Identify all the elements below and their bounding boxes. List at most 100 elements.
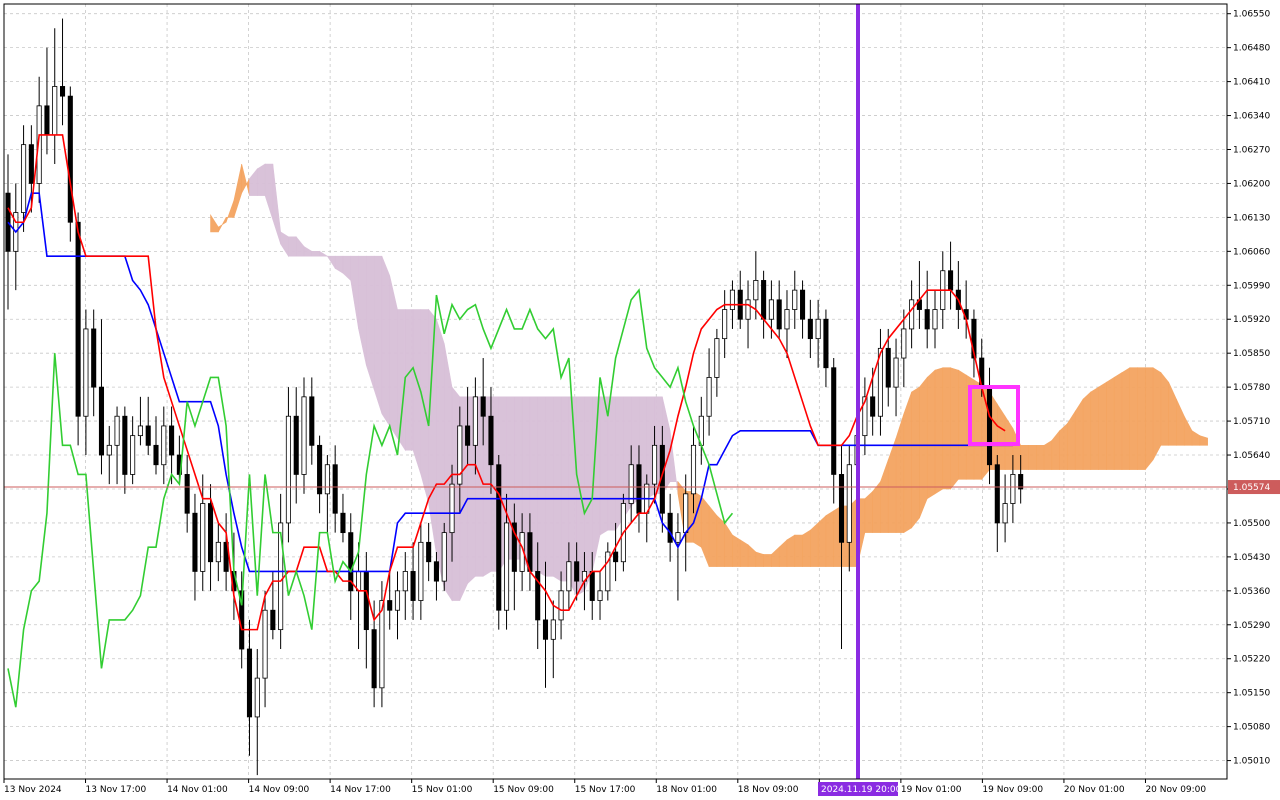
candle-body-down xyxy=(207,503,214,563)
cloud-segment xyxy=(1121,367,1131,470)
cloud-segment xyxy=(303,245,313,257)
x-tick-label: 15 Nov 09:00 xyxy=(493,785,554,795)
y-tick-label: 1.05990 xyxy=(1233,281,1270,291)
cloud-segment xyxy=(366,255,375,390)
candle-body-down xyxy=(823,318,829,369)
candle-body-down xyxy=(613,551,619,563)
candle-body-up xyxy=(301,396,307,475)
cloud-segment xyxy=(350,255,359,329)
candle-body-up xyxy=(753,280,759,301)
candle-body-up xyxy=(901,328,907,359)
cloud-segment xyxy=(778,539,788,567)
y-tick-label: 1.05710 xyxy=(1233,417,1270,427)
ichimoku-candlestick-chart: 1.06550 1.06480 1.06410 1.06340 1.06270 1.062… xyxy=(3,3,1280,796)
cloud-segment xyxy=(973,379,983,480)
cloud-segment xyxy=(249,168,258,196)
candle-body-up xyxy=(441,532,447,582)
cloud-segment xyxy=(1129,367,1138,470)
candle-body-down xyxy=(948,270,954,291)
cloud-segment xyxy=(412,309,422,475)
candle-body-down xyxy=(246,648,253,718)
cloud-segment xyxy=(428,308,437,555)
cloud-segment xyxy=(739,539,749,567)
cloud-segment xyxy=(358,255,367,366)
candle-body-up xyxy=(784,309,790,330)
y-tick-label: 1.05080 xyxy=(1233,723,1270,733)
cloud-segment xyxy=(256,163,266,196)
candle-body-down xyxy=(5,192,11,252)
x-tick-label: 13 Nov 2024 xyxy=(4,785,62,795)
candle-body-down xyxy=(885,347,891,388)
candle-body-down xyxy=(44,105,50,136)
cloud-segment xyxy=(1074,398,1084,470)
cloud-segment xyxy=(560,396,570,582)
candle-body-down xyxy=(433,561,439,582)
x-tick-label: 15 Nov 17:00 xyxy=(575,785,636,795)
cloud-segment xyxy=(794,534,803,567)
cloud-segment xyxy=(1082,391,1092,470)
cloud-segment xyxy=(950,367,959,490)
candle-body-up xyxy=(792,289,798,310)
candle-body-up xyxy=(402,571,408,592)
cloud-segment xyxy=(326,255,336,270)
candle-body-up xyxy=(137,425,143,437)
candle-body-up xyxy=(909,299,915,330)
x-tick-label: 18 Nov 01:00 xyxy=(656,785,717,795)
cloud-segment xyxy=(1137,367,1146,470)
candle-body-up xyxy=(418,541,424,601)
vertical-marker-label: 2024.11.19 20:00 xyxy=(821,785,902,795)
x-tick-label: 20 Nov 01:00 xyxy=(1064,785,1125,795)
cloud-segment xyxy=(607,396,616,531)
cloud-segment xyxy=(887,437,897,533)
candle-body-down xyxy=(270,609,276,631)
cloud-segment xyxy=(926,369,936,500)
candle-body-down xyxy=(309,396,315,446)
cloud-segment xyxy=(895,413,905,533)
candle-body-up xyxy=(394,590,401,611)
candle-body-down xyxy=(574,561,580,582)
candle-body-up xyxy=(262,609,268,679)
y-tick-label: 1.05640 xyxy=(1233,451,1270,461)
candle-body-down xyxy=(667,512,673,543)
x-tick-label: 20 Nov 09:00 xyxy=(1145,785,1206,795)
candle-body-up xyxy=(722,309,728,340)
cloud-segment xyxy=(272,164,281,245)
candle-body-down xyxy=(340,512,346,534)
y-tick-label: 1.05430 xyxy=(1233,553,1270,563)
cloud-segment xyxy=(373,255,383,414)
candle-body-up xyxy=(893,357,899,388)
candle-body-down xyxy=(332,464,338,514)
cloud-segment xyxy=(584,396,593,591)
cloud-segment xyxy=(1145,367,1154,471)
cloud-segment xyxy=(404,309,414,451)
cloud-segment xyxy=(934,367,944,495)
candle-body-up xyxy=(285,415,291,524)
candle-body-up xyxy=(449,483,455,534)
y-tick-label: 1.05290 xyxy=(1233,621,1270,631)
candle-body-down xyxy=(371,629,377,689)
cloud-segment xyxy=(264,163,274,220)
candle-body-up xyxy=(683,493,689,534)
candle-body-up xyxy=(558,590,564,621)
y-tick-label: 1.05150 xyxy=(1233,689,1270,699)
candle-body-down xyxy=(387,600,393,611)
cloud-segment xyxy=(1035,445,1045,470)
y-tick-label: 1.05360 xyxy=(1233,587,1270,597)
candle-body-up xyxy=(200,503,206,572)
cloud-segment xyxy=(311,251,320,257)
candle-body-down xyxy=(636,464,642,514)
candle-body-down xyxy=(192,512,198,572)
y-tick-label: 1.06130 xyxy=(1233,213,1270,223)
cloud-segment xyxy=(280,231,289,258)
candle-body-up xyxy=(379,600,385,689)
cloud-segment xyxy=(1051,429,1060,470)
candle-body-up xyxy=(21,144,27,213)
candle-body-up xyxy=(215,541,221,563)
cloud-segment xyxy=(1106,376,1115,470)
candle-body-down xyxy=(831,367,837,475)
y-tick-label: 1.06340 xyxy=(1233,112,1270,122)
cloud-segment xyxy=(747,544,757,567)
plot-frame xyxy=(3,3,1228,780)
cloud-segment xyxy=(732,534,741,567)
candle-body-down xyxy=(986,386,993,466)
